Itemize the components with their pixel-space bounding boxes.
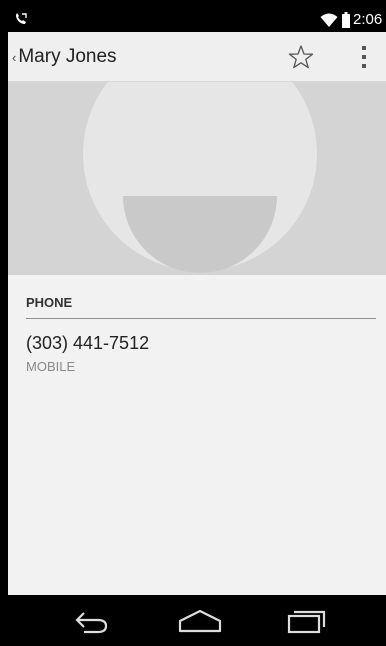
recents-icon[interactable] bbox=[282, 605, 332, 637]
back-icon[interactable] bbox=[66, 605, 116, 637]
star-outline-icon[interactable] bbox=[288, 44, 314, 70]
status-bar: 2:06 bbox=[8, 8, 386, 32]
back-chevron-icon: ‹ bbox=[12, 49, 17, 65]
section-divider bbox=[26, 318, 376, 319]
contact-details: PHONE (303) 441-7512 MOBILE bbox=[8, 275, 386, 595]
navigation-bar bbox=[8, 595, 386, 646]
status-time: 2:06 bbox=[353, 11, 383, 28]
up-navigation-button[interactable]: ‹ Mary Jones bbox=[8, 32, 248, 82]
action-bar: ‹ Mary Jones bbox=[8, 32, 386, 82]
battery-icon bbox=[342, 12, 350, 28]
overflow-menu-icon[interactable] bbox=[352, 44, 376, 70]
wifi-icon bbox=[320, 13, 338, 27]
default-contact-avatar-icon bbox=[83, 82, 317, 273]
contact-photo[interactable] bbox=[8, 82, 386, 275]
contact-name-title: Mary Jones bbox=[18, 46, 117, 67]
call-icon bbox=[16, 13, 27, 24]
screen: 2:06 ‹ Mary Jones PHONE (303) 441-7512 M… bbox=[8, 8, 386, 646]
home-icon[interactable] bbox=[175, 605, 225, 637]
phone-section-header: PHONE bbox=[26, 295, 73, 310]
phone-type-label: MOBILE bbox=[26, 359, 76, 374]
phone-number[interactable]: (303) 441-7512 bbox=[26, 333, 149, 354]
